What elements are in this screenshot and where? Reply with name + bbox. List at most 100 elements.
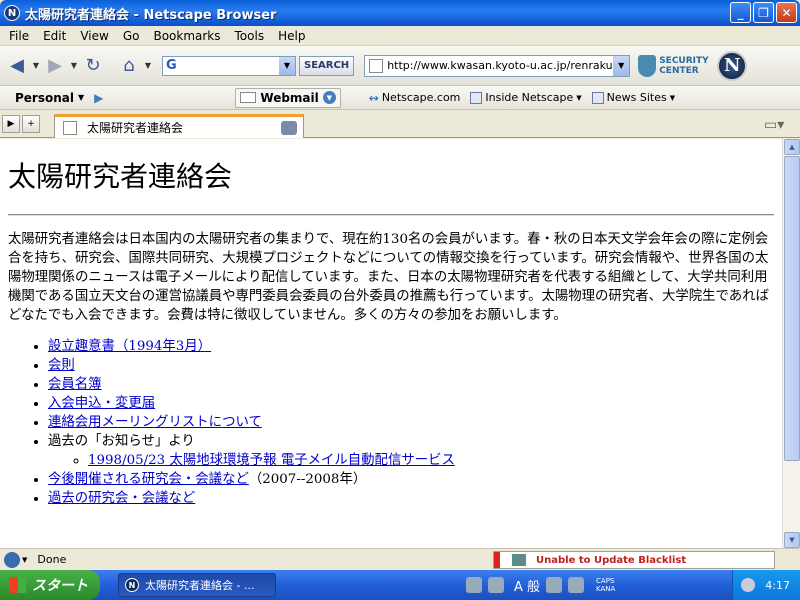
link-upcoming[interactable]: 今後開催される研究会・会議など: [48, 472, 249, 487]
keyboard-icon[interactable]: [466, 577, 482, 593]
list-item: 入会申込・変更届: [48, 394, 774, 413]
link-members[interactable]: 会員名簿: [48, 377, 102, 392]
blacklist-warning[interactable]: Unable to Update Blacklist: [493, 551, 775, 569]
menu-go[interactable]: Go: [116, 29, 147, 43]
folder-icon: [591, 91, 604, 104]
caps-label: CAPS: [596, 577, 615, 585]
link-prospectus[interactable]: 設立趣意書（1994年3月）: [48, 339, 211, 354]
caps-kana-indicator: CAPS KANA: [596, 577, 615, 593]
blacklist-text: Unable to Update Blacklist: [536, 554, 687, 566]
search-engine-icon: G: [166, 58, 177, 73]
menu-bookmarks[interactable]: Bookmarks: [146, 29, 227, 43]
tab-bar: ▶ + 太陽研究者連絡会 ▭▾: [0, 110, 800, 138]
vertical-scrollbar[interactable]: ▲ ▼: [782, 139, 800, 548]
link-join[interactable]: 入会申込・変更届: [48, 396, 155, 411]
back-arrow-icon[interactable]: ◀: [4, 53, 30, 79]
url-text[interactable]: http://www.kwasan.kyoto-u.ac.jp/renrakuk…: [387, 59, 613, 72]
search-input[interactable]: G ▼: [162, 55, 296, 76]
shield-icon: [638, 54, 657, 77]
window-title: 太陽研究者連絡会 - Netscape Browser: [25, 7, 277, 23]
tab-list-icon[interactable]: ▭▾: [764, 117, 792, 133]
news-sublist: 1998/05/23 太陽地球環境予報 電子メイル自動配信サービス: [88, 451, 774, 470]
status-bar: ▼ Done Unable to Update Blacklist: [0, 548, 800, 570]
link-rules[interactable]: 会則: [48, 358, 75, 373]
reload-icon[interactable]: ↻: [80, 53, 106, 79]
tab-active[interactable]: 太陽研究者連絡会: [54, 114, 304, 138]
forward-dropdown-icon[interactable]: ▼: [68, 61, 80, 70]
tab-scroll-left-icon[interactable]: ▶: [2, 115, 20, 133]
clock[interactable]: 4:17: [765, 579, 790, 592]
menu-view[interactable]: View: [73, 29, 115, 43]
page-icon: [63, 120, 77, 135]
personal-dropdown-icon[interactable]: ▼: [78, 93, 84, 102]
tab-close-icon[interactable]: [281, 120, 297, 135]
bookmark-netscape[interactable]: ↭ Netscape.com: [369, 91, 461, 105]
notification-area: 4:17: [732, 570, 800, 600]
back-dropdown-icon[interactable]: ▼: [30, 61, 42, 70]
url-bar[interactable]: http://www.kwasan.kyoto-u.ac.jp/renrakuk…: [364, 54, 631, 77]
bookmark-news-sites[interactable]: News Sites ▼: [591, 91, 675, 104]
search-engine-dropdown-icon[interactable]: ▼: [279, 56, 295, 75]
page-content: 太陽研究者連絡会 太陽研究者連絡会は日本国内の太陽研究者の集まりで、現在約130…: [0, 139, 782, 548]
webmail-button[interactable]: Webmail ▼: [235, 87, 341, 108]
close-button[interactable]: ✕: [776, 2, 797, 23]
help-icon[interactable]: [546, 577, 563, 593]
scroll-down-icon[interactable]: ▼: [784, 532, 800, 548]
menu-edit[interactable]: Edit: [36, 29, 73, 43]
menu-file[interactable]: File: [2, 29, 36, 43]
ime-pad-icon[interactable]: [488, 577, 504, 593]
status-dropdown-icon[interactable]: ▼: [22, 556, 27, 564]
link-past[interactable]: 過去の研究会・会議など: [48, 491, 195, 506]
bookmark-inside-netscape[interactable]: Inside Netscape ▼: [470, 91, 582, 104]
url-dropdown-icon[interactable]: ▼: [613, 55, 630, 76]
menu-tools[interactable]: Tools: [228, 29, 272, 43]
list-item: 設立趣意書（1994年3月）: [48, 337, 774, 356]
home-dropdown-icon[interactable]: ▼: [142, 61, 154, 70]
link-news-item[interactable]: 1998/05/23 太陽地球環境予報 電子メイル自動配信サービス: [88, 453, 455, 468]
forward-arrow-icon[interactable]: ▶: [42, 53, 68, 79]
window-titlebar[interactable]: N 太陽研究者連絡会 - Netscape Browser _ ❐ ✕: [0, 0, 800, 26]
security-center-button[interactable]: SECURITY CENTER: [638, 54, 711, 77]
menu-bar: File Edit View Go Bookmarks Tools Help: [0, 26, 800, 46]
bookmark-label: News Sites: [606, 91, 667, 104]
list-item: 今後開催される研究会・会議など（2007--2008年）: [48, 470, 774, 489]
chevron-down-icon: ▼: [576, 93, 582, 102]
netscape-status-icon[interactable]: [4, 551, 20, 568]
list-item: 過去の「お知らせ」より 1998/05/23 太陽地球環境予報 電子メイル自動配…: [48, 432, 774, 470]
webmail-dropdown-icon[interactable]: ▼: [322, 91, 336, 104]
system-tray-icons: A 般 CAPS KANA: [466, 576, 615, 595]
folder-icon: [470, 91, 483, 104]
link-mailing-list[interactable]: 連絡会用メーリングリストについて: [48, 415, 262, 430]
minimize-button[interactable]: _: [730, 2, 751, 23]
start-label: スタート: [32, 578, 88, 594]
netscape-logo: N: [717, 50, 748, 81]
ime-mode[interactable]: A 般: [514, 576, 540, 595]
volume-icon[interactable]: [741, 578, 756, 592]
webmail-label: Webmail: [260, 90, 319, 105]
arrow-right-icon[interactable]: ▶: [94, 91, 103, 105]
list-item: 会員名簿: [48, 375, 774, 394]
maximize-button[interactable]: ❐: [753, 2, 774, 23]
list-item: 1998/05/23 太陽地球環境予報 電子メイル自動配信サービス: [88, 451, 774, 470]
netscape-icon: N: [125, 578, 139, 592]
personal-menu[interactable]: Personal: [15, 91, 74, 105]
start-button[interactable]: スタート: [0, 570, 100, 600]
window-controls: _ ❐ ✕: [730, 2, 797, 23]
menu-help[interactable]: Help: [271, 29, 312, 43]
home-icon[interactable]: ⌂: [116, 53, 142, 79]
page-icon: [369, 58, 384, 73]
netscape-app-icon: N: [4, 5, 20, 21]
scroll-thumb[interactable]: [784, 156, 800, 461]
tools-icon[interactable]: [568, 577, 585, 593]
page-title: 太陽研究者連絡会: [8, 160, 233, 193]
upcoming-years: （2007--2008年）: [248, 472, 367, 487]
tab-label: 太陽研究者連絡会: [87, 121, 184, 135]
scroll-up-icon[interactable]: ▲: [784, 139, 800, 155]
security-center-label: SECURITY CENTER: [659, 55, 709, 76]
taskbar-item-netscape[interactable]: N 太陽研究者連絡会 - ...: [118, 573, 276, 597]
intro-paragraph: 太陽研究者連絡会は日本国内の太陽研究者の集まりで、現在約130名の会員がいます。…: [8, 232, 769, 323]
new-tab-button[interactable]: +: [22, 115, 40, 133]
navigation-toolbar: ◀ ▼ ▶ ▼ ↻ ⌂ ▼ G ▼ SEARCH http://www.kwas…: [0, 46, 800, 86]
personal-toolbar: Personal ▼ ▶ Webmail ▼ ↭ Netscape.com In…: [0, 86, 800, 110]
search-button[interactable]: SEARCH: [299, 55, 355, 76]
